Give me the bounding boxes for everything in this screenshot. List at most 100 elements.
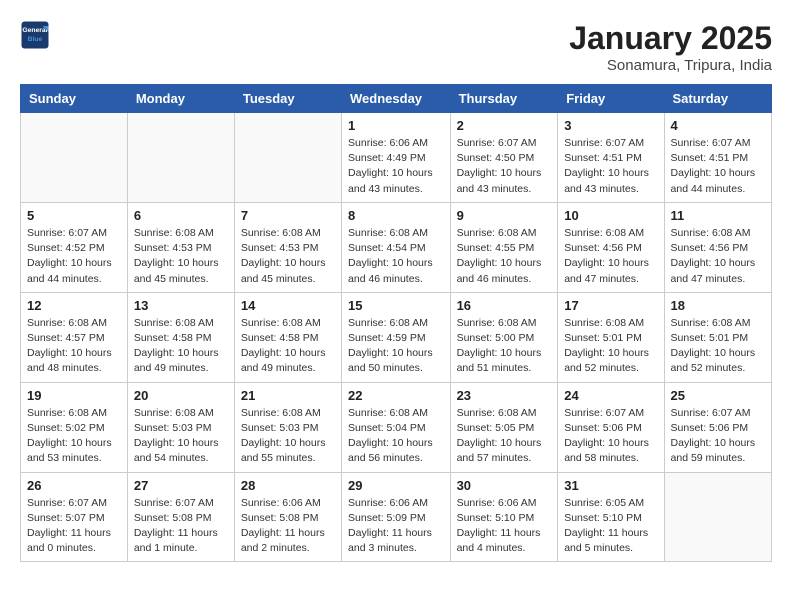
day-number: 15 [348, 298, 444, 313]
calendar-week-row: 5 Sunrise: 6:07 AM Sunset: 4:52 PM Daylig… [21, 202, 772, 292]
day-number: 27 [134, 478, 228, 493]
calendar-cell: 10 Sunrise: 6:08 AM Sunset: 4:56 PM Dayli… [558, 202, 664, 292]
weekday-header-tuesday: Tuesday [234, 85, 341, 113]
calendar-cell: 24Sunrise: 6:07 AM Sunset: 5:06 PM Dayli… [558, 382, 664, 472]
calendar-cell: 9Sunrise: 6:08 AM Sunset: 4:55 PM Daylig… [450, 202, 558, 292]
day-number: 17 [564, 298, 657, 313]
day-number: 4 [671, 118, 765, 133]
day-number: 13 [134, 298, 228, 313]
day-number: 20 [134, 388, 228, 403]
day-number: 14 [241, 298, 335, 313]
day-info: Sunrise: 6:06 AM Sunset: 5:09 PM Dayligh… [348, 496, 444, 557]
weekday-header-thursday: Thursday [450, 85, 558, 113]
calendar-cell: 26 Sunrise: 6:07 AM Sunset: 5:07 PM Dayli… [21, 472, 128, 562]
day-info: Sunrise: 6:07 AM Sunset: 4:52 PM Dayligh… [27, 226, 121, 287]
calendar-cell: 2 Sunrise: 6:07 AM Sunset: 4:50 PM Daylig… [450, 113, 558, 203]
weekday-header-friday: Friday [558, 85, 664, 113]
day-info: Sunrise: 6:07 AM Sunset: 4:51 PM Dayligh… [671, 136, 765, 197]
calendar-cell: 3 Sunrise: 6:07 AM Sunset: 4:51 PM Daylig… [558, 113, 664, 203]
day-info: Sunrise: 6:08 AM Sunset: 5:01 PM Dayligh… [671, 316, 765, 377]
calendar-cell [21, 113, 128, 203]
day-number: 1 [348, 118, 444, 133]
day-number: 2 [457, 118, 552, 133]
weekday-header-saturday: Saturday [664, 85, 771, 113]
day-number: 24 [564, 388, 657, 403]
day-number: 22 [348, 388, 444, 403]
day-number: 16 [457, 298, 552, 313]
day-info: Sunrise: 6:07 AM Sunset: 5:07 PM Dayligh… [27, 496, 121, 557]
day-number: 5 [27, 208, 121, 223]
calendar-cell: 31Sunrise: 6:05 AM Sunset: 5:10 PM Dayli… [558, 472, 664, 562]
calendar-cell: 8 Sunrise: 6:08 AM Sunset: 4:54 PM Daylig… [342, 202, 451, 292]
day-info: Sunrise: 6:07 AM Sunset: 4:50 PM Dayligh… [457, 136, 552, 197]
day-info: Sunrise: 6:08 AM Sunset: 4:56 PM Dayligh… [671, 226, 765, 287]
day-number: 21 [241, 388, 335, 403]
calendar-cell: 16Sunrise: 6:08 AM Sunset: 5:00 PM Dayli… [450, 292, 558, 382]
title-block: January 2025 Sonamura, Tripura, India [569, 20, 772, 74]
weekday-header-sunday: Sunday [21, 85, 128, 113]
day-number: 29 [348, 478, 444, 493]
weekday-header-wednesday: Wednesday [342, 85, 451, 113]
calendar-cell: 21 Sunrise: 6:08 AM Sunset: 5:03 PM Dayli… [234, 382, 341, 472]
weekday-header-monday: Monday [127, 85, 234, 113]
calendar-cell: 15 Sunrise: 6:08 AM Sunset: 4:59 PM Dayli… [342, 292, 451, 382]
calendar-cell [127, 113, 234, 203]
location-subtitle: Sonamura, Tripura, India [569, 57, 772, 74]
svg-text:Blue: Blue [28, 36, 43, 43]
calendar-cell: 27 Sunrise: 6:07 AM Sunset: 5:08 PM Dayli… [127, 472, 234, 562]
calendar-cell: 22 Sunrise: 6:08 AM Sunset: 5:04 PM Dayli… [342, 382, 451, 472]
calendar-cell: 11 Sunrise: 6:08 AM Sunset: 4:56 PM Dayli… [664, 202, 771, 292]
day-number: 23 [457, 388, 552, 403]
calendar-cell: 14 Sunrise: 6:08 AM Sunset: 4:58 PM Dayli… [234, 292, 341, 382]
calendar-cell: 6Sunrise: 6:08 AM Sunset: 4:53 PM Daylig… [127, 202, 234, 292]
day-number: 8 [348, 208, 444, 223]
day-info: Sunrise: 6:08 AM Sunset: 4:53 PM Dayligh… [241, 226, 335, 287]
day-number: 18 [671, 298, 765, 313]
day-info: Sunrise: 6:08 AM Sunset: 4:58 PM Dayligh… [241, 316, 335, 377]
day-number: 26 [27, 478, 121, 493]
day-info: Sunrise: 6:08 AM Sunset: 4:53 PM Dayligh… [134, 226, 228, 287]
day-number: 28 [241, 478, 335, 493]
day-info: Sunrise: 6:07 AM Sunset: 5:08 PM Dayligh… [134, 496, 228, 557]
day-info: Sunrise: 6:08 AM Sunset: 5:01 PM Dayligh… [564, 316, 657, 377]
day-info: Sunrise: 6:08 AM Sunset: 4:56 PM Dayligh… [564, 226, 657, 287]
month-title: January 2025 [569, 20, 772, 57]
day-number: 3 [564, 118, 657, 133]
day-info: Sunrise: 6:08 AM Sunset: 5:02 PM Dayligh… [27, 406, 121, 467]
calendar-cell [234, 113, 341, 203]
day-number: 10 [564, 208, 657, 223]
day-info: Sunrise: 6:07 AM Sunset: 5:06 PM Dayligh… [671, 406, 765, 467]
svg-text:General: General [22, 27, 47, 34]
day-info: Sunrise: 6:08 AM Sunset: 4:59 PM Dayligh… [348, 316, 444, 377]
calendar-cell: 28 Sunrise: 6:06 AM Sunset: 5:08 PM Dayli… [234, 472, 341, 562]
calendar-cell: 30Sunrise: 6:06 AM Sunset: 5:10 PM Dayli… [450, 472, 558, 562]
day-info: Sunrise: 6:08 AM Sunset: 5:03 PM Dayligh… [241, 406, 335, 467]
day-info: Sunrise: 6:08 AM Sunset: 5:03 PM Dayligh… [134, 406, 228, 467]
calendar-cell: 12Sunrise: 6:08 AM Sunset: 4:57 PM Dayli… [21, 292, 128, 382]
day-info: Sunrise: 6:08 AM Sunset: 4:54 PM Dayligh… [348, 226, 444, 287]
day-info: Sunrise: 6:06 AM Sunset: 4:49 PM Dayligh… [348, 136, 444, 197]
day-info: Sunrise: 6:05 AM Sunset: 5:10 PM Dayligh… [564, 496, 657, 557]
day-info: Sunrise: 6:08 AM Sunset: 4:57 PM Dayligh… [27, 316, 121, 377]
calendar-table: SundayMondayTuesdayWednesdayThursdayFrid… [20, 84, 772, 562]
calendar-cell: 18 Sunrise: 6:08 AM Sunset: 5:01 PM Dayli… [664, 292, 771, 382]
day-info: Sunrise: 6:08 AM Sunset: 5:04 PM Dayligh… [348, 406, 444, 467]
day-info: Sunrise: 6:08 AM Sunset: 5:05 PM Dayligh… [457, 406, 552, 467]
day-info: Sunrise: 6:06 AM Sunset: 5:08 PM Dayligh… [241, 496, 335, 557]
calendar-cell: 20 Sunrise: 6:08 AM Sunset: 5:03 PM Dayli… [127, 382, 234, 472]
calendar-week-row: 1 Sunrise: 6:06 AM Sunset: 4:49 PM Daylig… [21, 113, 772, 203]
calendar-week-row: 26 Sunrise: 6:07 AM Sunset: 5:07 PM Dayli… [21, 472, 772, 562]
calendar-cell: 23 Sunrise: 6:08 AM Sunset: 5:05 PM Dayli… [450, 382, 558, 472]
day-number: 19 [27, 388, 121, 403]
day-number: 9 [457, 208, 552, 223]
logo: General Blue [20, 20, 50, 50]
day-number: 11 [671, 208, 765, 223]
calendar-cell: 7Sunrise: 6:08 AM Sunset: 4:53 PM Daylig… [234, 202, 341, 292]
calendar-cell: 17 Sunrise: 6:08 AM Sunset: 5:01 PM Dayli… [558, 292, 664, 382]
calendar-cell: 29 Sunrise: 6:06 AM Sunset: 5:09 PM Dayli… [342, 472, 451, 562]
calendar-cell: 13 Sunrise: 6:08 AM Sunset: 4:58 PM Dayli… [127, 292, 234, 382]
calendar-cell: 25Sunrise: 6:07 AM Sunset: 5:06 PM Dayli… [664, 382, 771, 472]
day-info: Sunrise: 6:08 AM Sunset: 4:58 PM Dayligh… [134, 316, 228, 377]
day-info: Sunrise: 6:07 AM Sunset: 4:51 PM Dayligh… [564, 136, 657, 197]
calendar-cell: 5 Sunrise: 6:07 AM Sunset: 4:52 PM Daylig… [21, 202, 128, 292]
